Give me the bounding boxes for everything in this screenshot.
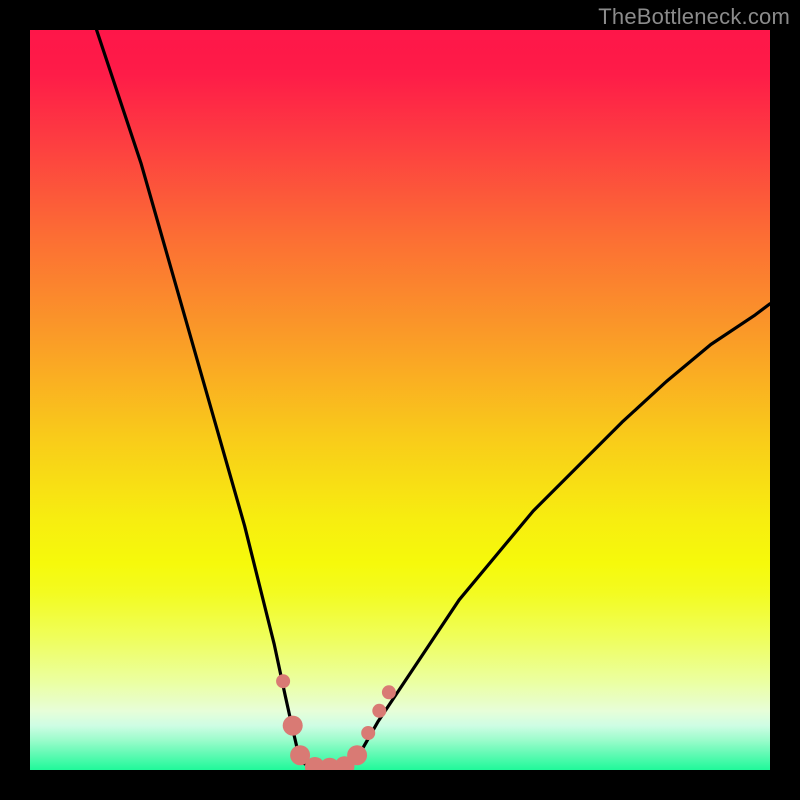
curve-marker <box>361 726 375 740</box>
curve-marker <box>276 674 290 688</box>
curve-marker <box>372 704 386 718</box>
watermark-text: TheBottleneck.com <box>598 4 790 30</box>
bottleneck-curve <box>30 30 770 770</box>
curve-marker <box>347 745 367 765</box>
curve-marker <box>283 716 303 736</box>
chart-frame: TheBottleneck.com <box>0 0 800 800</box>
curve-marker <box>382 685 396 699</box>
plot-area <box>30 30 770 770</box>
bottleneck-path <box>97 30 770 769</box>
